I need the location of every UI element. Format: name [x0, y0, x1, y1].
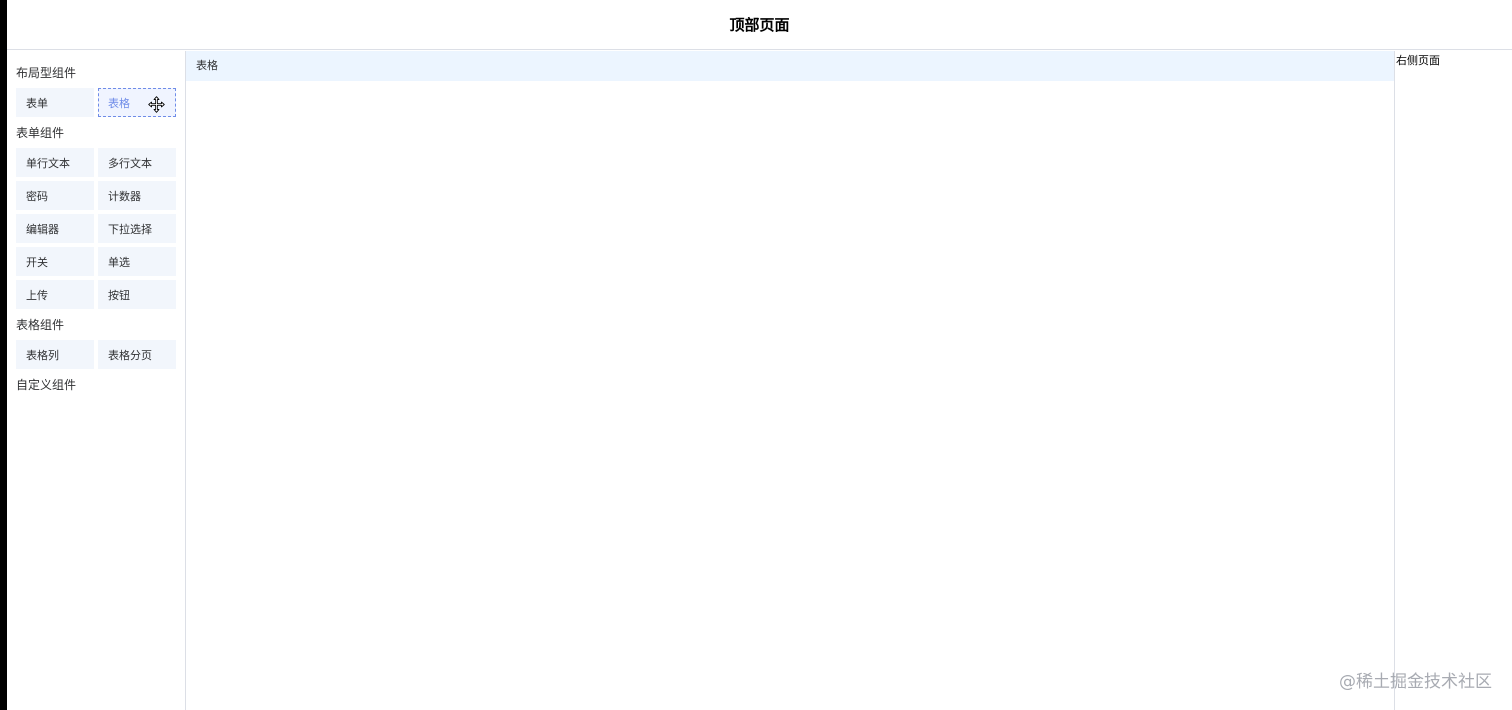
component-multi-line-text[interactable]: 多行文本 [98, 148, 176, 177]
component-radio[interactable]: 单选 [98, 247, 176, 276]
component-single-line-text[interactable]: 单行文本 [16, 148, 94, 177]
header-title: 顶部页面 [729, 16, 790, 34]
component-upload[interactable]: 上传 [16, 280, 94, 309]
top-header: 顶部页面 [7, 0, 1512, 50]
move-cursor-icon [148, 96, 165, 113]
right-panel: 右侧页面 [1394, 51, 1512, 710]
group-layout-components: 表单 表格 [16, 88, 176, 117]
component-button[interactable]: 按钮 [98, 280, 176, 309]
right-panel-title: 右侧页面 [1396, 54, 1440, 67]
group-title-form: 表单组件 [16, 126, 65, 140]
component-password[interactable]: 密码 [16, 181, 94, 210]
component-counter[interactable]: 计数器 [98, 181, 176, 210]
window-edge [0, 0, 7, 710]
component-dropdown-select[interactable]: 下拉选择 [98, 214, 176, 243]
component-table[interactable]: 表格 [98, 88, 176, 117]
group-form-components: 单行文本 多行文本 密码 计数器 编辑器 下拉选择 开关 单选 上传 按钮 [16, 148, 176, 309]
component-switch[interactable]: 开关 [16, 247, 94, 276]
watermark: @稀土掘金技术社区 [1339, 672, 1492, 692]
component-sidebar: 布局型组件 表单 表格 表单组件 单行文本 多行文本 密码 计数器 编辑器 下拉… [7, 51, 186, 710]
component-form[interactable]: 表单 [16, 88, 94, 117]
group-title-layout: 布局型组件 [16, 66, 77, 80]
design-canvas[interactable]: 表格 [186, 51, 1394, 710]
canvas-item-table[interactable]: 表格 [186, 51, 1394, 81]
group-title-custom: 自定义组件 [16, 378, 77, 392]
component-table-pagination[interactable]: 表格分页 [98, 340, 176, 369]
group-title-table: 表格组件 [16, 318, 65, 332]
component-table-column[interactable]: 表格列 [16, 340, 94, 369]
group-table-components: 表格列 表格分页 [16, 340, 176, 369]
component-editor[interactable]: 编辑器 [16, 214, 94, 243]
